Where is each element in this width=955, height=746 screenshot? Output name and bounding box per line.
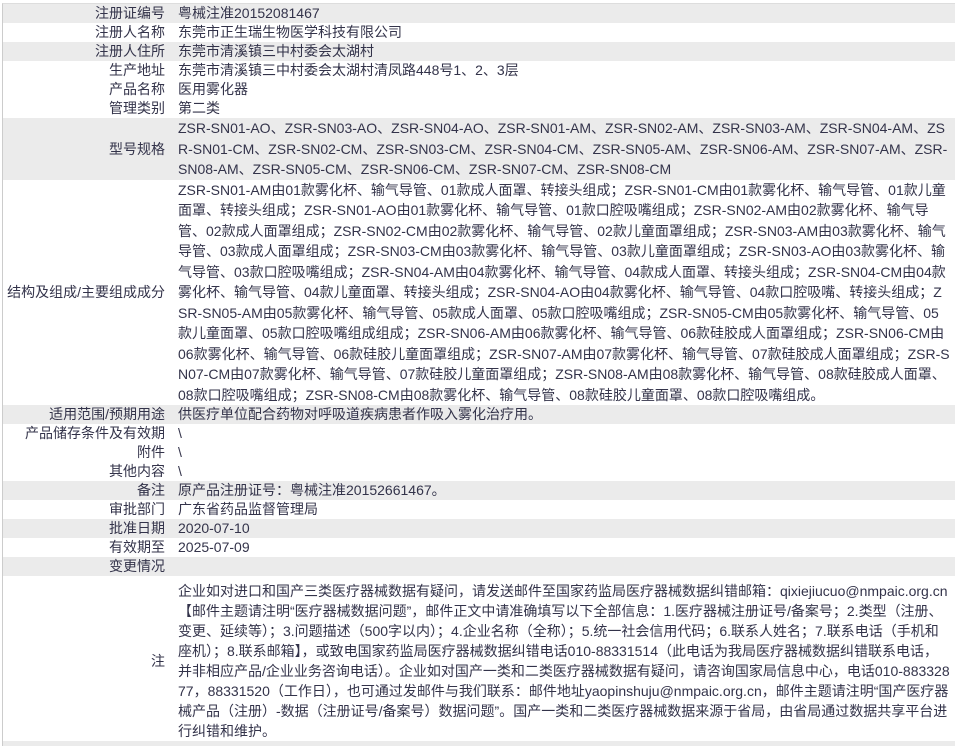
table-row: 注册人名称 东莞市正生瑞生物医学科技有限公司 [3, 23, 955, 42]
row-label: 备注 [137, 482, 165, 498]
row-value: 2020-07-10 [178, 520, 250, 536]
row-value: 企业如对进口和国产三类医疗器械数据有疑问，请发送邮件至国家药监局医疗器械数据纠错… [178, 583, 950, 739]
row-label: 生产地址 [109, 62, 165, 78]
row-label: 产品储存条件及有效期 [25, 425, 165, 441]
row-label: 管理类别 [109, 100, 165, 116]
row-value: 广东省药品监督管理局 [178, 501, 318, 517]
row-value: 东莞市清溪镇三中村委会太湖村 [178, 43, 374, 59]
row-label: 型号规格 [109, 140, 165, 157]
table-row: 变更情况 [3, 557, 955, 576]
row-value: \ [178, 463, 182, 479]
row-value: 东莞市清溪镇三中村委会太湖村清凤路448号1、2、3层 [178, 62, 519, 78]
table-row: 注 企业如对进口和国产三类医疗器械数据有疑问，请发送邮件至国家药监局医疗器械数据… [3, 576, 955, 741]
table-row: 产品储存条件及有效期 \ [3, 424, 955, 443]
table-row: 备注 原产品注册证号：粤械注准20152661467。 [3, 481, 955, 500]
row-value: 第二类 [178, 100, 220, 116]
row-label: 变更情况 [109, 558, 165, 574]
table-row: 有效期至 2025-07-09 [3, 538, 955, 557]
row-value: 东莞市正生瑞生物医学科技有限公司 [178, 24, 402, 40]
row-label: 产品名称 [109, 81, 165, 97]
row-value: 粤械注准20152081467 [178, 5, 320, 21]
table-row: 批准日期 2020-07-10 [3, 519, 955, 538]
row-value: ZSR-SN01-AO、ZSR-SN03-AO、ZSR-SN04-AO、ZSR-… [178, 120, 948, 177]
table-row: 管理类别 第二类 [3, 99, 955, 118]
table-row: 注册证编号 粤械注准20152081467 [3, 4, 955, 23]
table-row: 型号规格 ZSR-SN01-AO、ZSR-SN03-AO、ZSR-SN04-AO… [3, 118, 955, 180]
row-label: 注册证编号 [95, 5, 165, 21]
table-row: 适用范围/预期用途 供医疗单位配合药物对呼吸道疾病患者作吸入雾化治疗用。 [3, 405, 955, 424]
table-row: 其他内容 \ [3, 462, 955, 481]
row-value: 2025-07-09 [178, 539, 250, 555]
clipped-next-row-stub [3, 741, 955, 746]
table-row: 审批部门 广东省药品监督管理局 [3, 500, 955, 519]
registration-detail-table: 注册证编号 粤械注准20152081467 注册人名称 东莞市正生瑞生物医学科技… [2, 3, 955, 746]
table-row: 产品名称 医用雾化器 [3, 80, 955, 99]
row-label: 附件 [137, 444, 165, 460]
row-label: 批准日期 [109, 520, 165, 536]
row-label: 其他内容 [109, 463, 165, 479]
row-label: 结构及组成/主要组成成分 [7, 284, 165, 300]
row-label: 审批部门 [109, 501, 165, 517]
table-row: 结构及组成/主要组成成分 ZSR-SN01-AM由01款雾化杯、输气导管、01款… [3, 180, 955, 406]
row-label: 注册人住所 [95, 43, 165, 59]
table-rows-container: 注册证编号 粤械注准20152081467 注册人名称 东莞市正生瑞生物医学科技… [3, 4, 955, 741]
row-value: 供医疗单位配合药物对呼吸道疾病患者作吸入雾化治疗用。 [178, 406, 542, 422]
row-value: \ [178, 425, 182, 441]
row-value: 医用雾化器 [178, 81, 248, 97]
table-row: 注册人住所 东莞市清溪镇三中村委会太湖村 [3, 42, 955, 61]
row-label: 注 [151, 653, 165, 669]
row-label: 注册人名称 [95, 24, 165, 40]
table-row: 附件 \ [3, 443, 955, 462]
row-value: ZSR-SN01-AM由01款雾化杯、输气导管、01款成人面罩、转接头组成；ZS… [178, 181, 950, 403]
row-value: \ [178, 444, 182, 460]
row-value: 原产品注册证号：粤械注准20152661467。 [178, 482, 446, 498]
table-row: 生产地址 东莞市清溪镇三中村委会太湖村清凤路448号1、2、3层 [3, 61, 955, 80]
row-label: 有效期至 [109, 539, 165, 555]
row-label: 适用范围/预期用途 [49, 406, 165, 422]
